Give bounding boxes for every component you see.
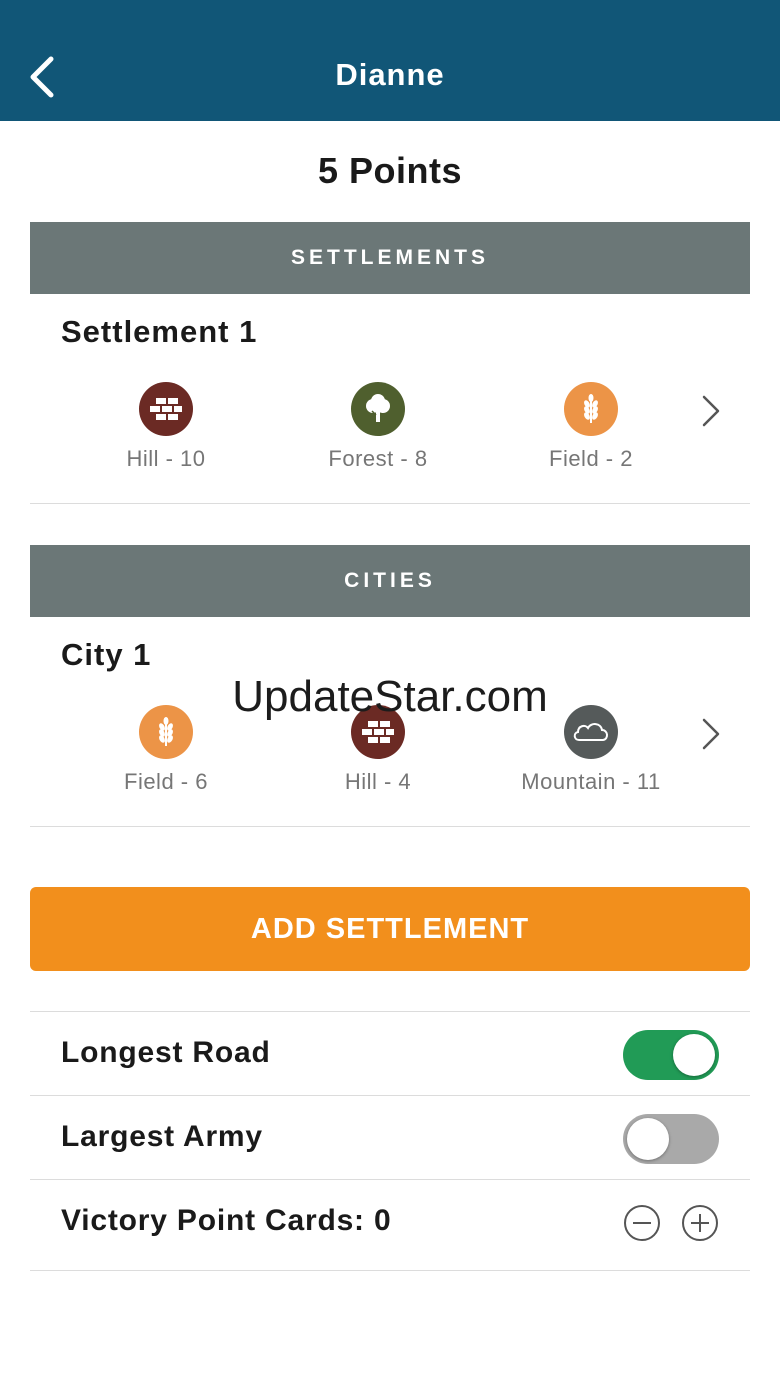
- points-total: 5 Points: [317, 150, 463, 191]
- tree-icon: [351, 382, 405, 436]
- longest-road-label: Longest Road: [61, 1036, 271, 1069]
- largest-army-label: Largest Army: [61, 1120, 263, 1153]
- settlement-row[interactable]: Settlement 1 Hill - 10 Forest - 8 Field …: [30, 294, 750, 504]
- resource-tile: Field - 2: [491, 382, 691, 472]
- city-title: City 1: [61, 637, 152, 672]
- chevron-right-icon[interactable]: [700, 717, 722, 751]
- largest-army-row: Largest Army: [30, 1095, 750, 1179]
- resource-tile: Hill - 4: [278, 705, 478, 795]
- toggle-knob: [627, 1118, 669, 1160]
- brick-icon: [139, 382, 193, 436]
- cities-header: CITIES: [30, 545, 750, 617]
- top-bar: Dianne: [0, 0, 780, 121]
- longest-road-toggle[interactable]: [623, 1030, 719, 1080]
- longest-road-row: Longest Road: [30, 1011, 750, 1095]
- largest-army-toggle[interactable]: [623, 1114, 719, 1164]
- divider: [30, 1270, 750, 1271]
- wheat-icon: [139, 705, 193, 759]
- city-row[interactable]: City 1 Field - 6 Hill - 4 Mountain - 11: [30, 617, 750, 827]
- resource-tile: Mountain - 11: [491, 705, 691, 795]
- tile-label: Field - 2: [549, 446, 633, 471]
- settlement-title: Settlement 1: [61, 314, 258, 349]
- page-title: Dianne: [335, 57, 445, 92]
- tile-label: Hill - 4: [344, 769, 412, 794]
- settlements-header: SETTLEMENTS: [30, 222, 750, 294]
- tile-label: Forest - 8: [328, 446, 428, 471]
- resource-tile: Field - 6: [66, 705, 266, 795]
- chevron-right-icon[interactable]: [700, 394, 722, 428]
- victory-cards-label: Victory Point Cards: 0: [61, 1204, 392, 1237]
- tile-label: Mountain - 11: [521, 769, 661, 794]
- wheat-icon: [564, 382, 618, 436]
- victory-cards-row: Victory Point Cards: 0: [30, 1179, 750, 1263]
- toggle-knob: [673, 1034, 715, 1076]
- minus-circle-icon[interactable]: [623, 1204, 661, 1242]
- brick-icon: [351, 705, 405, 759]
- cloud-icon: [564, 705, 618, 759]
- add-settlement-button[interactable]: ADD SETTLEMENT: [30, 887, 750, 971]
- tile-label: Field - 6: [124, 769, 208, 794]
- tile-label: Hill - 10: [126, 446, 206, 471]
- resource-tile: Forest - 8: [278, 382, 478, 472]
- resource-tile: Hill - 10: [66, 382, 266, 472]
- plus-circle-icon[interactable]: [681, 1204, 719, 1242]
